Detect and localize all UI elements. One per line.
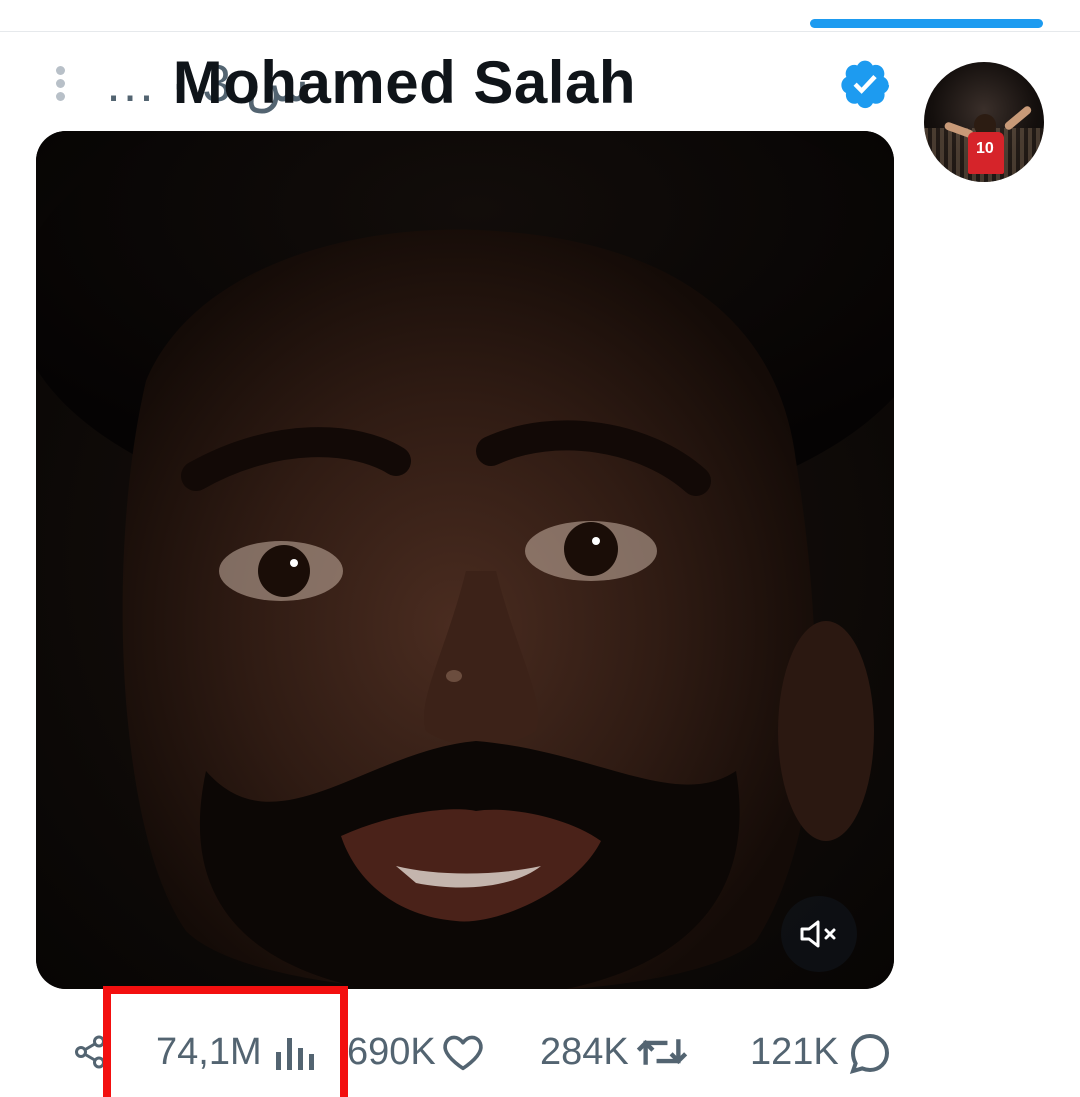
post-header: … · 3 س Mohamed Salah (0, 44, 900, 120)
more-options-icon[interactable] (53, 66, 67, 106)
speaker-muted-icon (800, 920, 836, 948)
tab-indicator (810, 19, 1043, 28)
mute-toggle-button[interactable] (781, 896, 857, 972)
video-still (36, 131, 894, 989)
author-avatar[interactable]: 10 (924, 62, 1044, 182)
replies-count: 121K (750, 1030, 839, 1073)
verified-badge-icon (841, 60, 890, 109)
avatar-jersey-number: 10 (976, 140, 994, 157)
likes-count: 690K (347, 1030, 436, 1073)
post-video[interactable] (36, 131, 894, 989)
repost-icon (636, 1039, 687, 1065)
repost-button[interactable]: 284K (540, 1028, 689, 1076)
views-highlight-box (103, 986, 348, 1097)
top-divider (0, 31, 1080, 32)
reply-bubble-icon (849, 1033, 889, 1074)
like-button[interactable]: 690K (347, 1028, 486, 1076)
heart-icon (443, 1035, 483, 1071)
author-name[interactable]: Mohamed Salah (173, 48, 636, 117)
reposts-count: 284K (540, 1030, 629, 1073)
reply-button[interactable]: 121K (750, 1028, 893, 1076)
tweet-detail: 10 … · 3 س Mohamed Salah 74,1M 690K 284K… (0, 0, 1080, 1097)
